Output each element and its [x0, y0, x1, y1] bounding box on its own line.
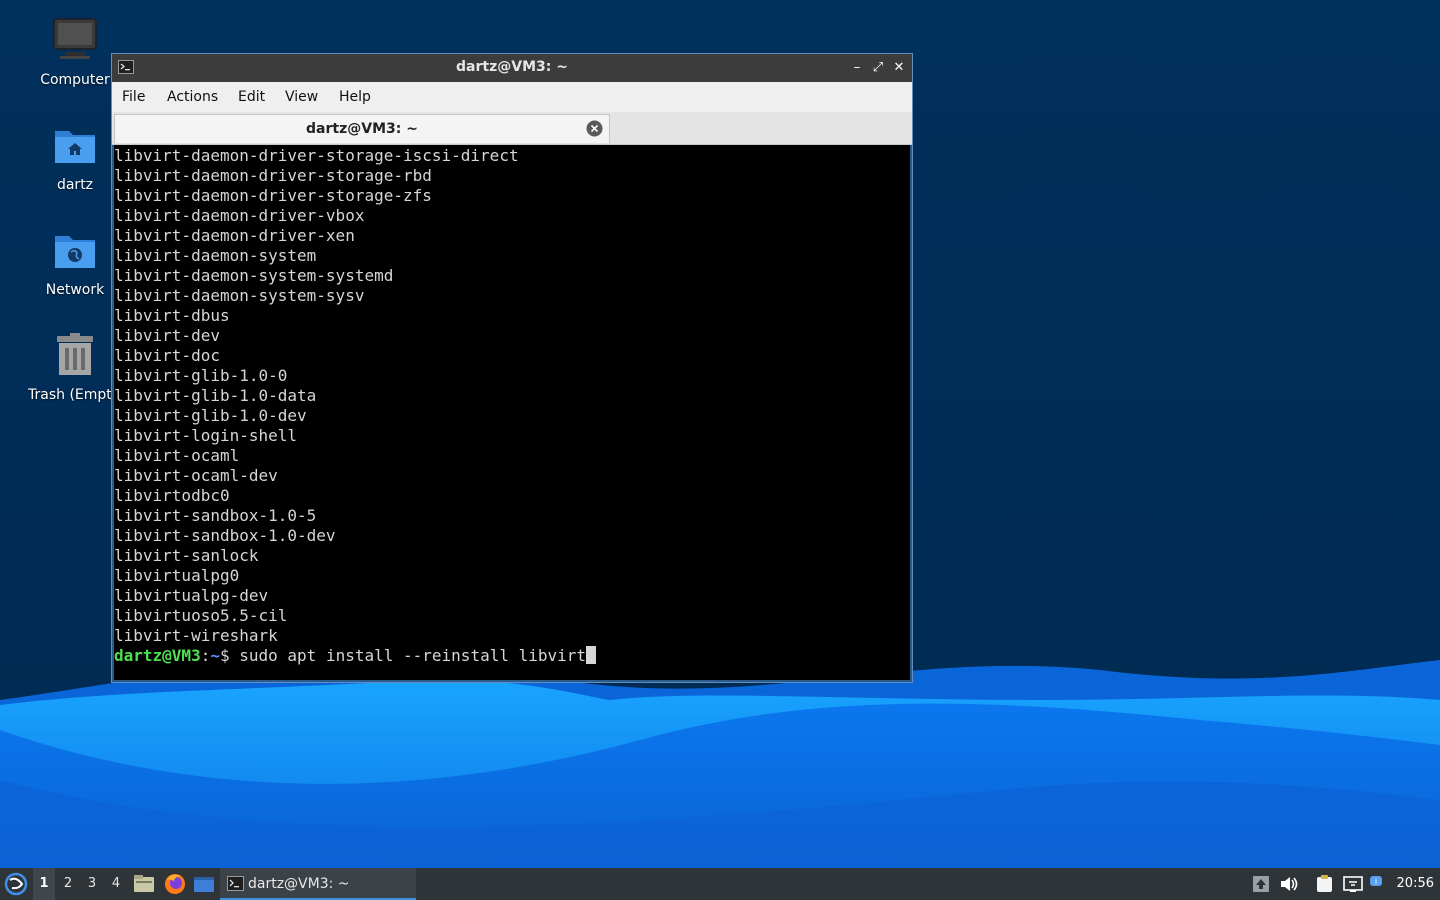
show-desktop-launcher[interactable] [192, 868, 216, 900]
clipboard-icon[interactable] [1315, 875, 1335, 893]
terminal-line: libvirt-ocaml-dev [114, 466, 278, 485]
command-input[interactable]: sudo apt install --reinstall libvirt [239, 646, 586, 665]
terminal-prompt-line: dartz@VM3:~$ sudo apt install --reinstal… [114, 646, 910, 666]
tab-terminal[interactable]: dartz@VM3: ~ [114, 114, 610, 143]
terminal-line: libvirt-ocaml [114, 446, 240, 465]
minimize-button[interactable]: – [847, 58, 867, 78]
firefox-launcher[interactable] [162, 868, 188, 900]
terminal-line: libvirt-daemon-driver-storage-rbd [114, 166, 432, 185]
desktop-icon-home[interactable]: dartz [25, 121, 125, 193]
taskbar-task-terminal[interactable]: dartz@VM3: ~ [220, 868, 416, 900]
desktop-icon-network[interactable]: Network [25, 226, 125, 298]
file-manager-launcher[interactable] [132, 868, 156, 900]
terminal-line: libvirt-glib-1.0-0 [114, 366, 288, 385]
terminal-line: libvirt-daemon-system-systemd [114, 266, 394, 285]
terminal-line: libvirt-sandbox-1.0-dev [114, 526, 336, 545]
prompt-separator: : [200, 646, 211, 665]
network-folder-icon [55, 236, 95, 268]
menu-edit[interactable]: Edit [238, 89, 265, 105]
terminal-line: libvirt-daemon-driver-storage-zfs [114, 186, 432, 205]
tab-close-icon[interactable] [586, 120, 603, 137]
terminal-line: libvirt-daemon-driver-vbox [114, 206, 365, 225]
tab-label: dartz@VM3: ~ [306, 121, 418, 137]
terminal-line: libvirt-glib-1.0-data [114, 386, 317, 405]
text-cursor [586, 646, 597, 664]
menu-file[interactable]: File [122, 89, 145, 105]
desktop-switch-1[interactable]: 1 [33, 868, 55, 900]
desktop-icon-label: dartz [56, 177, 94, 193]
tab-bar: dartz@VM3: ~ [112, 112, 912, 145]
menu-view[interactable]: View [285, 89, 318, 105]
terminal-line: libvirt-wireshark [114, 626, 278, 645]
desktop-icon-trash[interactable]: Trash (Empty) [25, 331, 125, 403]
terminal-line: libvirtualpg-dev [114, 586, 269, 605]
desktop-icon-computer[interactable]: Computer [25, 16, 125, 88]
start-menu-icon [4, 872, 28, 896]
desktop-icon-label: Computer [40, 72, 110, 88]
volume-icon[interactable] [1279, 875, 1299, 893]
trash-icon [57, 333, 93, 375]
svg-text:i: i [1375, 877, 1377, 886]
start-menu-button[interactable] [0, 868, 32, 900]
home-folder-icon [55, 131, 95, 163]
network-icon[interactable] [1343, 875, 1363, 893]
terminal-window[interactable]: dartz@VM3: ~ – ⤢ ✕ File Actions Edit Vie… [111, 53, 913, 683]
firefox-icon [165, 874, 185, 894]
terminal-line: libvirt-daemon-system [114, 246, 317, 265]
desktop-switch-3[interactable]: 3 [81, 868, 103, 900]
desktop-icon-label: Trash (Empty) [28, 387, 112, 403]
terminal-line: libvirt-daemon-system-sysv [114, 286, 365, 305]
terminal-line: libvirt-glib-1.0-dev [114, 406, 307, 425]
terminal-line: libvirt-doc [114, 346, 220, 365]
menu-actions[interactable]: Actions [167, 89, 218, 105]
terminal-line: libvirt-daemon-driver-xen [114, 226, 355, 245]
show-desktop-icon [194, 877, 214, 892]
terminal-line: libvirt-sandbox-1.0-5 [114, 506, 317, 525]
menu-help[interactable]: Help [339, 89, 371, 105]
terminal-line: libvirt-daemon-driver-storage-iscsi-dire… [114, 146, 519, 165]
desktop-icon-label: Network [45, 282, 105, 298]
terminal-line: libvirt-dev [114, 326, 220, 345]
desktop-switch-4[interactable]: 4 [105, 868, 127, 900]
updates-icon[interactable] [1251, 875, 1271, 893]
terminal-line: libvirt-login-shell [114, 426, 298, 445]
file-manager-icon [134, 875, 154, 892]
taskbar: 1 2 3 4 dartz@VM3: ~ i 20:56 [0, 868, 1440, 900]
terminal-line: libvirtodbc0 [114, 486, 230, 505]
maximize-button[interactable]: ⤢ [868, 58, 888, 78]
prompt-user: dartz@VM3 [114, 646, 201, 665]
close-button[interactable]: ✕ [889, 58, 909, 78]
desktop: Computer dartz Network Trash (Empty) [0, 0, 1440, 900]
computer-icon [53, 18, 97, 59]
desktop-switch-2[interactable]: 2 [57, 868, 79, 900]
terminal-output[interactable]: libvirt-daemon-driver-storage-iscsi-dire… [114, 145, 910, 680]
window-title: dartz@VM3: ~ [456, 59, 568, 75]
clock[interactable]: 20:56 [1397, 868, 1434, 900]
terminal-line: libvirtuoso5.5-cil [114, 606, 288, 625]
terminal-line: libvirt-sanlock [114, 546, 259, 565]
menubar: File Actions Edit View Help [112, 82, 912, 112]
terminal-task-icon [227, 876, 244, 891]
terminal-line: libvirt-dbus [114, 306, 230, 325]
notification-icon[interactable]: i [1369, 875, 1389, 893]
prompt-path: ~ [210, 646, 220, 665]
window-titlebar[interactable]: dartz@VM3: ~ – ⤢ ✕ [112, 54, 912, 82]
prompt-symbol: $ [219, 646, 240, 665]
task-label: dartz@VM3: ~ [248, 876, 350, 892]
terminal-line: libvirtualpg0 [114, 566, 240, 585]
